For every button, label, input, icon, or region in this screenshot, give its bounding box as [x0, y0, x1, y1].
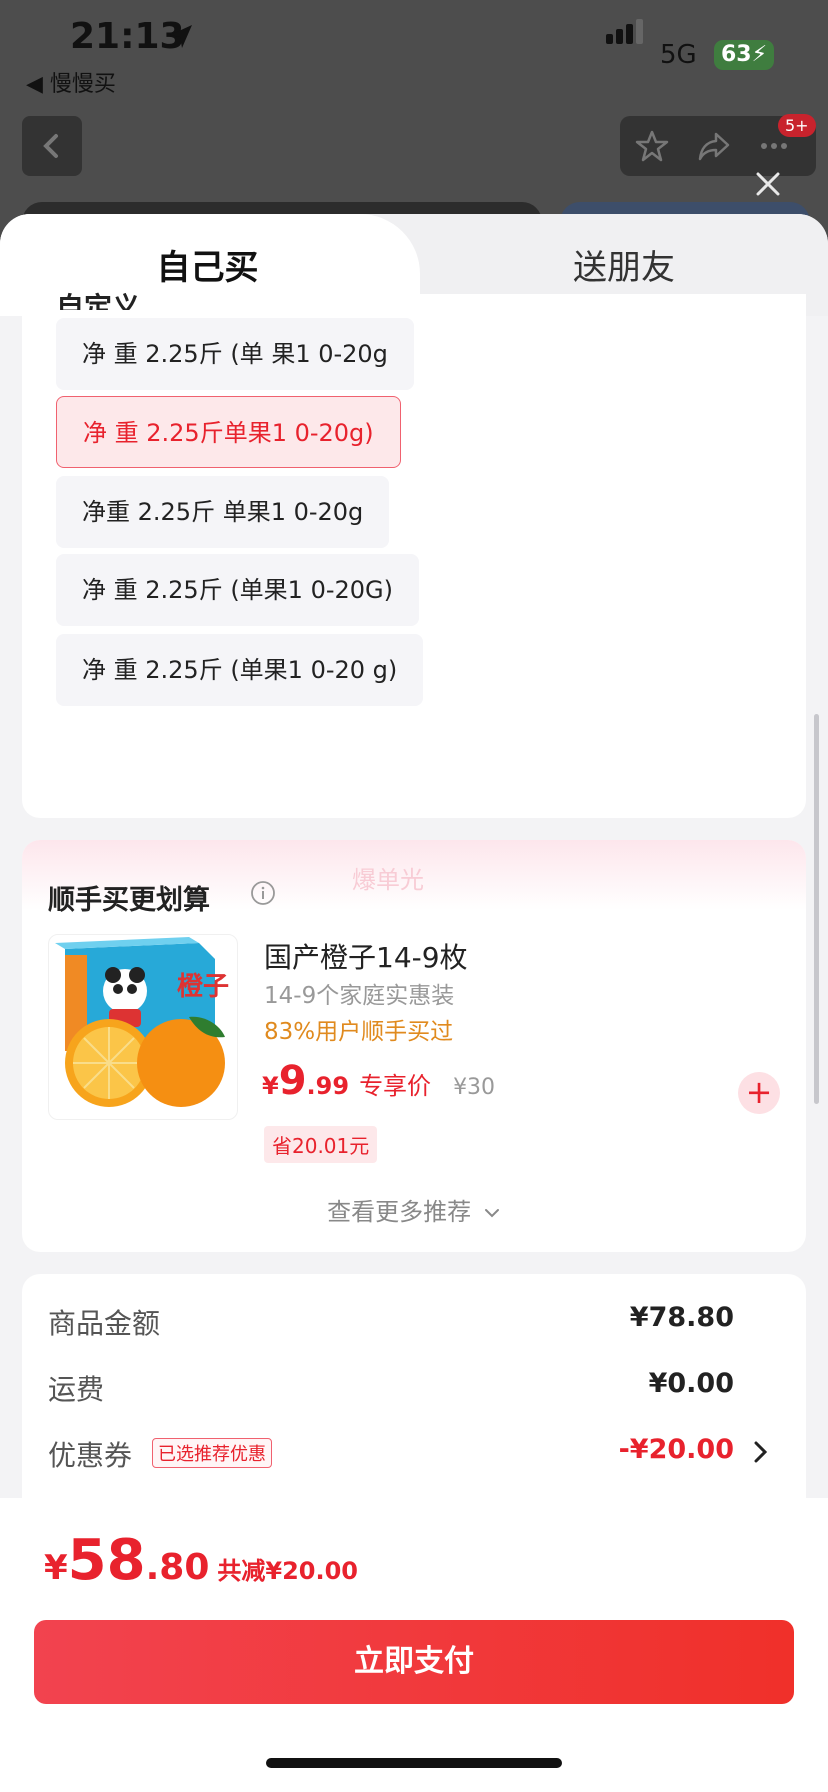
pay-now-button[interactable]: 立即支付 [34, 1620, 794, 1704]
close-icon[interactable] [748, 164, 788, 204]
summary-label: 运费 [48, 1373, 105, 1406]
star-icon [635, 130, 669, 162]
spec-option[interactable]: 净重 2.25斤 单果1 0-20g [56, 476, 390, 548]
location-arrow-icon [170, 25, 192, 48]
checkout-bar: ¥58.80 共减¥20.00 立即支付 [0, 1498, 828, 1792]
screen: 21:13 ◀ 慢慢买 5G 63⚡ 5+ 自己买 送朋友 自定义 净 重 2.… [0, 0, 828, 1792]
total-price: ¥58.80 共减¥20.00 [44, 1528, 358, 1593]
order-summary-card: 商品金额 ¥78.80 运费 ¥0.00 优惠券 已选推荐优惠 -¥20.00 [22, 1274, 806, 1534]
summary-row-coupon[interactable]: 优惠券 已选推荐优惠 -¥20.00 [48, 1434, 770, 1474]
summary-label: 商品金额 [48, 1307, 161, 1340]
tab-send-to-friend[interactable]: 送朋友 [420, 240, 828, 289]
chevron-right-icon [754, 1441, 768, 1463]
purchase-sheet: 自己买 送朋友 自定义 净 重 2.25斤 (单 果1 0-20g 净 重 2.… [0, 214, 828, 1792]
network-type: 5G [660, 40, 697, 70]
chevron-down-icon [484, 1209, 499, 1218]
total-reduction: 共减¥20.00 [217, 1557, 359, 1585]
coupon-badge: 已选推荐优惠 [152, 1438, 272, 1468]
save-badge: 省20.01元 [264, 1126, 378, 1163]
product-price: ¥9.99 专享价 ¥30 [262, 1058, 495, 1104]
box-label-char: 橙子 [177, 972, 229, 1002]
original-price: ¥30 [453, 1075, 496, 1100]
product-image[interactable]: 橙子 [48, 934, 238, 1120]
more-link-label: 查看更多推荐 [327, 1198, 472, 1226]
info-icon[interactable] [250, 880, 276, 906]
total-symbol: ¥ [44, 1548, 68, 1588]
chevron-left-icon [43, 134, 58, 158]
notification-badge: 5+ [778, 114, 816, 137]
battery-level: 63 [720, 42, 752, 67]
scrollbar[interactable] [814, 714, 819, 1104]
price-tag: 专享价 [359, 1072, 432, 1100]
spec-heading: 自定义 [56, 291, 141, 310]
summary-value: ¥0.00 [648, 1368, 734, 1399]
share-icon [698, 132, 730, 161]
background-back-button [22, 116, 82, 176]
summary-label: 优惠券 [48, 1439, 133, 1472]
spec-option[interactable]: 净 重 2.25斤 (单果1 0-20 g) [56, 634, 424, 706]
recommend-card: 爆单光 顺手买更划算 橙子 国产橙子14-9枚 14-9个家庭实惠装 83%用户… [22, 840, 806, 1252]
spec-option[interactable]: 净 重 2.25斤 (单 果1 0-20g [56, 318, 414, 390]
spec-option[interactable]: 净 重 2.25斤 (单果1 0-20G) [56, 554, 420, 626]
summary-value: ¥78.80 [629, 1302, 734, 1333]
more-recommendations-link[interactable]: 查看更多推荐 [22, 1192, 806, 1227]
coupon-value: -¥20.00 [618, 1434, 734, 1465]
summary-row-goods-amount: 商品金额 ¥78.80 [48, 1302, 770, 1342]
battery-icon: 63⚡ [714, 40, 774, 70]
summary-row-shipping: 运费 ¥0.00 [48, 1368, 770, 1408]
orange-box-image: 橙子 [55, 937, 229, 1107]
product-subtitle: 14-9个家庭实惠装 [264, 983, 455, 1009]
total-decimal: .80 [145, 1547, 210, 1588]
product-name[interactable]: 国产橙子14-9枚 [264, 936, 468, 976]
back-to-app-link[interactable]: ◀ 慢慢买 [26, 66, 116, 98]
watermark-text: 爆单光 [352, 866, 424, 894]
price-symbol: ¥ [262, 1072, 279, 1100]
spec-option-selected[interactable]: 净 重 2.25斤单果1 0-20g) [56, 396, 401, 468]
recommend-title: 顺手买更划算 [48, 885, 210, 916]
tab-label: 自己买 [156, 248, 259, 288]
product-bought-rate: 83%用户顺手买过 [264, 1019, 454, 1045]
add-to-order-button[interactable]: + [738, 1072, 780, 1114]
price-decimal: .99 [306, 1072, 350, 1100]
spec-card: 自定义 净 重 2.25斤 (单 果1 0-20g 净 重 2.25斤单果1 0… [22, 291, 806, 818]
total-integer: 58 [67, 1528, 146, 1593]
home-indicator[interactable] [266, 1758, 562, 1768]
price-integer: 9 [278, 1058, 307, 1104]
